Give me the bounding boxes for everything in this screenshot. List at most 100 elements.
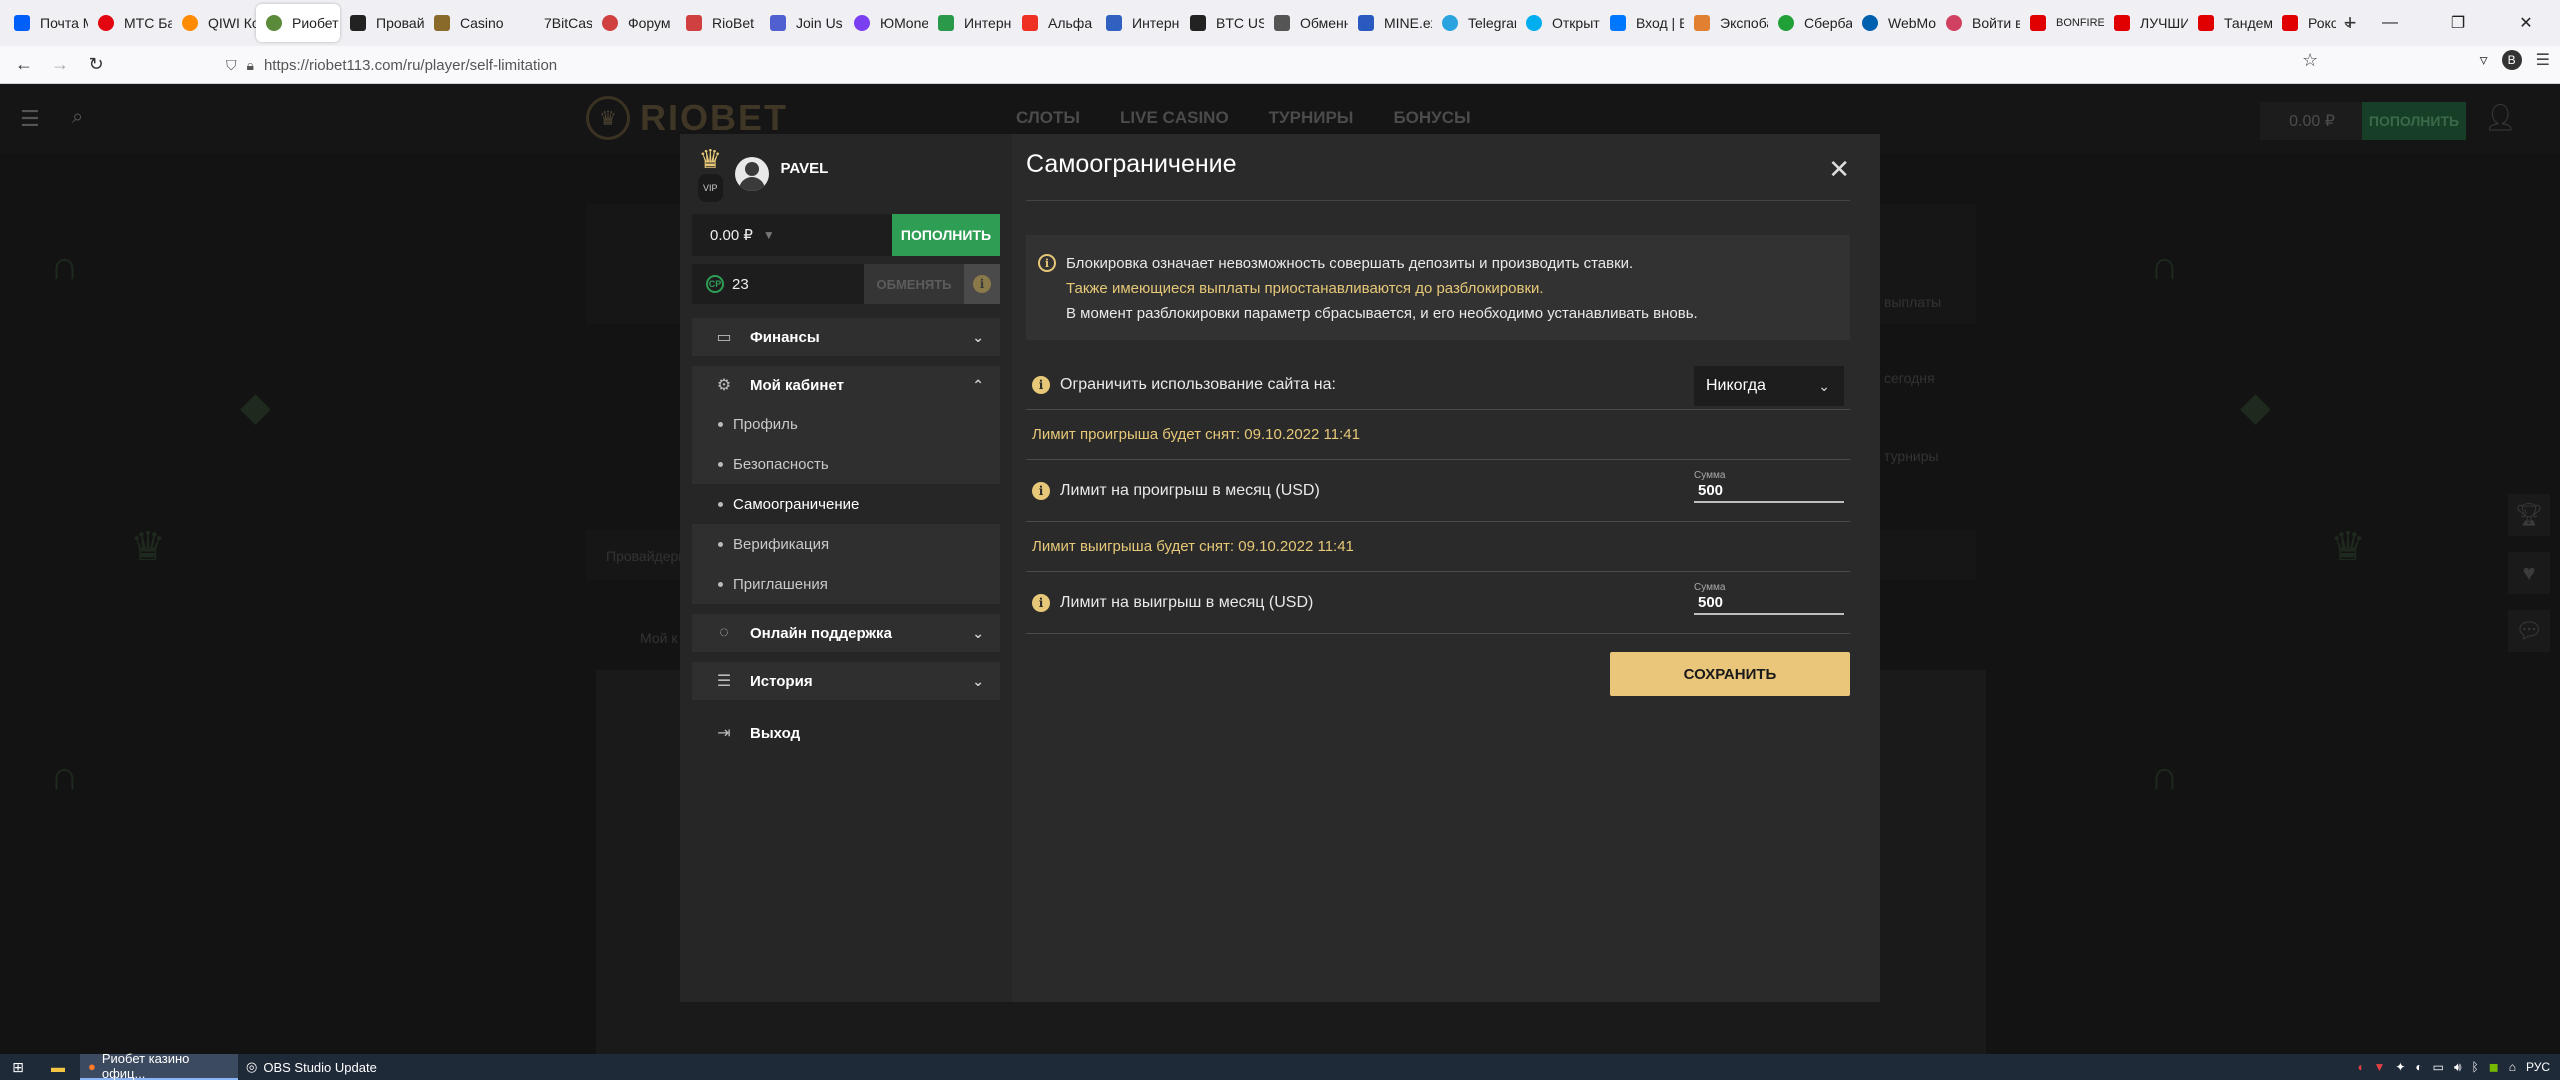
browser-tab[interactable]: ЛУЧШИЕ	[2104, 4, 2188, 42]
win-amount-input[interactable]: 500	[1694, 593, 1844, 615]
sidebar-item-self-limitation[interactable]: Самоограничение	[692, 484, 1000, 524]
url-text[interactable]: https://riobet113.com/ru/player/self-lim…	[264, 57, 557, 74]
browser-tab[interactable]: Роковые	[2272, 4, 2336, 42]
reload-icon[interactable]: ↻	[78, 50, 114, 80]
windows-start-icon[interactable]: ⊞	[6, 1055, 30, 1079]
horseshoe-icon: ∩	[2150, 754, 2179, 798]
heart-icon[interactable]: ♥	[2508, 552, 2550, 594]
browser-tab[interactable]: Почта Mail.ru	[4, 4, 88, 42]
account-sidebar: ♛ VIP PAVEL 0.00 ₽ ▼ ПОПОЛНИТЬ CP 23 ОБМ…	[680, 134, 1012, 1002]
forward-icon[interactable]: →	[42, 50, 78, 80]
exchange-button[interactable]: ОБМЕНЯТЬ	[864, 264, 964, 304]
keyboard-language[interactable]: РУС	[2526, 1060, 2550, 1074]
monitor-icon[interactable]: ▭	[2433, 1060, 2444, 1074]
vip-badge[interactable]: ♛ VIP	[698, 146, 723, 202]
logout-button[interactable]: ⇥ Выход	[692, 714, 1000, 752]
exchange-info-button[interactable]: i	[964, 264, 1000, 304]
browser-tab[interactable]: BTC USD	[1180, 4, 1264, 42]
sidebar-item-verification[interactable]: Верификация	[692, 524, 1000, 564]
tray-app-icon[interactable]: ◐	[2415, 1060, 2422, 1074]
cabinet-header[interactable]: ⚙ Мой кабинет ⌃	[692, 366, 1000, 404]
trophy-icon[interactable]: 🏆︎	[2508, 494, 2550, 536]
bluetooth-icon[interactable]: ᛒ	[2472, 1060, 2479, 1074]
history-header[interactable]: ☰ История ⌄	[692, 662, 1000, 700]
taskbar-app-obs[interactable]: ◎ OBS Studio Update	[238, 1054, 385, 1080]
browser-tab[interactable]: MINE.exchange	[1348, 4, 1432, 42]
site-limit-select[interactable]: Никогда ⌄	[1694, 366, 1844, 406]
account-avatar[interactable]: B	[2501, 50, 2522, 70]
browser-tab[interactable]: Тандем	[2188, 4, 2272, 42]
browser-tab[interactable]: Провайдеры	[340, 4, 424, 42]
menu-icon[interactable]: ☰	[2536, 50, 2550, 70]
browser-tab[interactable]: QIWI Кошелёк	[172, 4, 256, 42]
site-balance[interactable]: 0.00 ₽	[2260, 102, 2364, 140]
browser-tab[interactable]: Telegram	[1432, 4, 1516, 42]
loss-amount-input[interactable]: 500	[1694, 481, 1844, 503]
notice-line: В момент разблокировки параметр сбрасыва…	[1066, 305, 1698, 322]
browser-tab[interactable]: Альфа	[1012, 4, 1096, 42]
tray-app-icon[interactable]: ◖	[2356, 1060, 2363, 1074]
site-deposit-button[interactable]: ПОПОЛНИТЬ	[2362, 102, 2466, 140]
browser-tab[interactable]: WebMoney	[1852, 4, 1936, 42]
finance-header[interactable]: ▭ Финансы ⌄	[692, 318, 1000, 356]
info-icon[interactable]: i	[1032, 593, 1050, 612]
browser-tab-active[interactable]: Риобет✕	[256, 4, 340, 42]
sidebar-item-invitations[interactable]: Приглашения	[692, 564, 1000, 604]
maximize-icon[interactable]: ❐	[2424, 0, 2492, 46]
deposit-button[interactable]: ПОПОЛНИТЬ	[892, 214, 1000, 256]
avatar[interactable]	[734, 157, 769, 191]
sevenbit-icon	[518, 15, 534, 31]
win-amount-field[interactable]: Сумма 500	[1694, 582, 1844, 615]
sidebar-item-profile[interactable]: Профиль	[692, 404, 1000, 444]
browser-tab[interactable]: Join Us	[760, 4, 844, 42]
sidebar-item-security[interactable]: Безопасность	[692, 444, 1000, 484]
support-header[interactable]: ◌ Онлайн поддержка ⌄	[692, 614, 1000, 652]
close-icon[interactable]: ✕	[1828, 154, 1850, 185]
tray-app-icon[interactable]: ✦	[2395, 1060, 2405, 1074]
browser-tab[interactable]: Экспобанк	[1684, 4, 1768, 42]
bookmark-star-icon[interactable]: ☆	[2302, 50, 2318, 71]
info-icon[interactable]: i	[1032, 375, 1050, 394]
browser-tab[interactable]: Интернет	[1096, 4, 1180, 42]
browser-tab[interactable]: Форум	[592, 4, 676, 42]
loss-amount-field[interactable]: Сумма 500	[1694, 470, 1844, 503]
save-button[interactable]: СОХРАНИТЬ	[1610, 652, 1850, 696]
nav-tournaments[interactable]: ТУРНИРЫ	[1269, 108, 1354, 128]
divider	[1026, 200, 1850, 201]
list-all-tabs-icon[interactable]: ⌄	[2342, 14, 2354, 31]
chat-icon[interactable]: 💬︎	[2508, 610, 2550, 652]
browser-tab[interactable]: Обменник	[1264, 4, 1348, 42]
shield-icon[interactable]: ⛉	[226, 57, 237, 74]
info-icon[interactable]: i	[1032, 481, 1050, 500]
browser-tab[interactable]: Сбербанк	[1768, 4, 1852, 42]
file-explorer-icon[interactable]: ▬	[46, 1055, 70, 1079]
balance-dropdown[interactable]: 0.00 ₽ ▼	[692, 214, 892, 256]
nav-live-casino[interactable]: LIVE CASINO	[1120, 108, 1229, 128]
minimize-icon[interactable]: —	[2356, 0, 2424, 46]
back-icon[interactable]: ←	[6, 50, 42, 80]
url-bar[interactable]: ⛉ 🔒︎ https://riobet113.com/ru/player/sel…	[226, 50, 2326, 80]
search-icon[interactable]: ⌕	[72, 106, 83, 129]
browser-tab[interactable]: Вход | ВКонтакте	[1600, 4, 1684, 42]
user-icon[interactable]: 👤︎	[2484, 102, 2518, 136]
browser-tab[interactable]: Интернет	[928, 4, 1012, 42]
hamburger-icon[interactable]: ☰	[20, 106, 40, 132]
network-icon[interactable]: ⌂	[2509, 1060, 2516, 1074]
browser-tab[interactable]: BONFIRE ВОСПРОИЗВЕДЕНИЕ	[2020, 4, 2104, 42]
speaker-icon[interactable]: 🔊︎	[2454, 1060, 2462, 1075]
lock-icon[interactable]: 🔒︎	[247, 57, 254, 74]
taskbar-app-firefox[interactable]: ● Риобет казино офиц...	[80, 1051, 238, 1080]
browser-tab[interactable]: Войти в	[1936, 4, 2020, 42]
nav-slots[interactable]: СЛОТЫ	[1016, 108, 1080, 128]
close-window-icon[interactable]: ✕	[2492, 0, 2560, 46]
browser-tab[interactable]: ЮMoney	[844, 4, 928, 42]
browser-tab[interactable]: Casino	[424, 4, 508, 42]
browser-tab[interactable]: 7BitCasino	[508, 4, 592, 42]
tray-app-icon[interactable]: ▼	[2373, 1060, 2385, 1074]
nvidia-icon[interactable]: ◼	[2489, 1060, 2499, 1074]
browser-tab[interactable]: Открытие	[1516, 4, 1600, 42]
pocket-icon[interactable]: ▿	[2480, 50, 2488, 70]
nav-bonuses[interactable]: БОНУСЫ	[1393, 108, 1470, 128]
browser-tab[interactable]: RioBet	[676, 4, 760, 42]
browser-tab[interactable]: МТС Банк	[88, 4, 172, 42]
